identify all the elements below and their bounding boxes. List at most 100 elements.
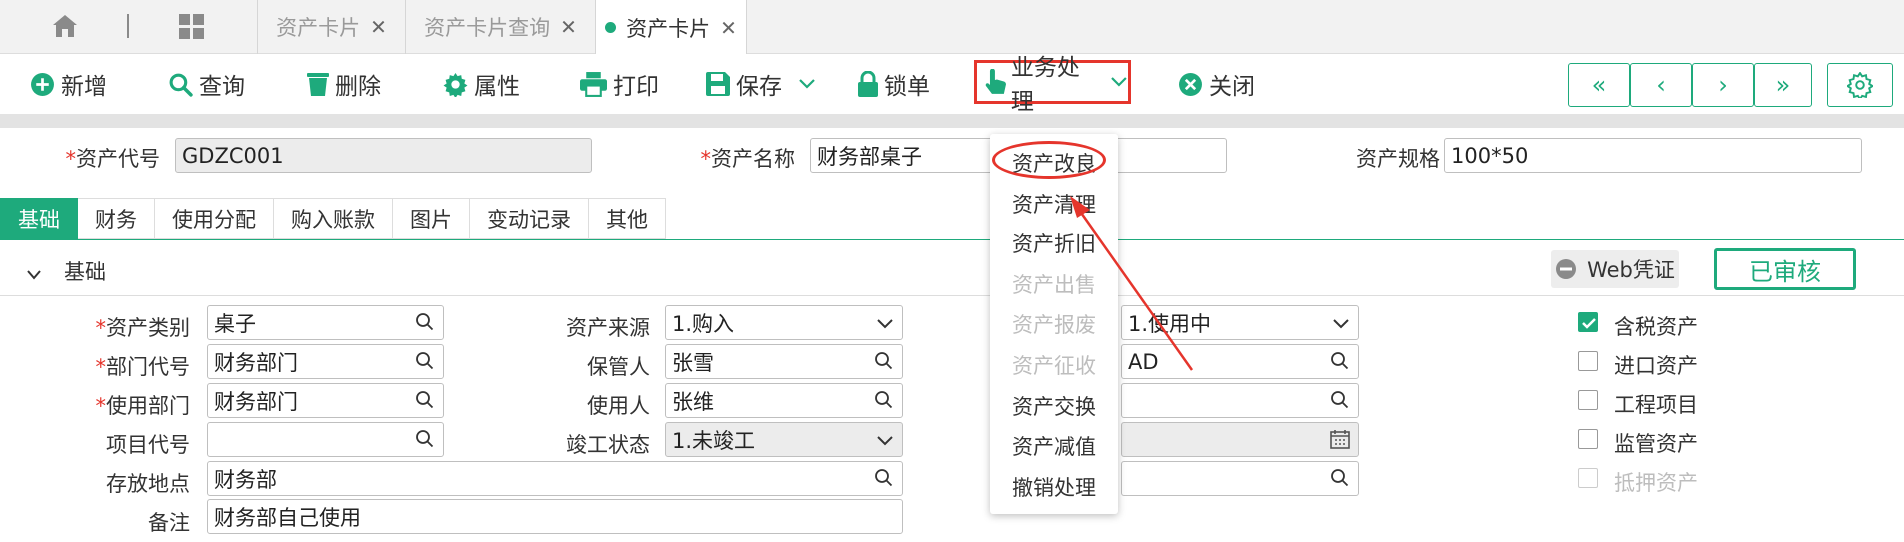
separator xyxy=(127,14,129,38)
annotation-arrow xyxy=(1070,196,1194,371)
tab-purchase-payment[interactable]: 购入账款 xyxy=(274,198,393,239)
checkbox-imported-asset[interactable]: 进口资产 xyxy=(1578,350,1758,378)
properties-button[interactable]: 属性 xyxy=(443,54,520,114)
gear-icon xyxy=(443,72,468,97)
user-field[interactable]: 张维 xyxy=(665,383,903,418)
checkbox-regulated-asset[interactable]: 监管资产 xyxy=(1578,428,1758,456)
add-button[interactable]: 新增 xyxy=(30,54,107,114)
close-icon[interactable]: ✕ xyxy=(370,15,387,39)
chevron-down-icon xyxy=(1111,77,1127,87)
close-icon[interactable]: ✕ xyxy=(560,15,577,39)
chevron-down-icon[interactable] xyxy=(798,78,816,90)
checkbox-box[interactable] xyxy=(1578,429,1598,449)
divider xyxy=(0,114,1904,128)
search-icon[interactable] xyxy=(874,351,894,371)
checkbox-taxed-asset[interactable]: 含税资产 xyxy=(1578,311,1758,339)
tab-other[interactable]: 其他 xyxy=(589,198,666,239)
tab-bar: 资产卡片 ✕ 资产卡片查询 ✕ 资产卡片 ✕ xyxy=(0,0,1904,55)
checkbox-label: 抵押资产 xyxy=(1614,471,1698,495)
location-label: 存放地点 xyxy=(106,472,190,496)
delete-label: 删除 xyxy=(335,74,381,100)
close-button[interactable]: 关闭 xyxy=(1178,54,1255,114)
calendar-icon[interactable] xyxy=(1330,429,1350,449)
first-record-button[interactable]: « xyxy=(1568,63,1630,107)
print-label: 打印 xyxy=(613,74,659,100)
business-process-button[interactable]: 业务处理 xyxy=(974,55,1131,115)
remark-label: 备注 xyxy=(148,511,190,535)
checkbox-engineering-project[interactable]: 工程项目 xyxy=(1578,389,1758,417)
close-circle-icon xyxy=(1179,72,1202,96)
status-badge: 已审核 xyxy=(1714,248,1856,290)
printer-icon xyxy=(580,71,607,97)
last-record-button[interactable]: » xyxy=(1754,63,1812,107)
dept-code-field[interactable]: 财务部门 xyxy=(207,344,444,379)
remark-field[interactable]: 财务部自己使用 xyxy=(207,499,903,534)
checkbox-box[interactable] xyxy=(1578,390,1598,410)
web-voucher-button[interactable]: Web凭证 xyxy=(1551,250,1679,288)
properties-label: 属性 xyxy=(474,74,520,100)
search-icon xyxy=(169,73,193,97)
checkbox-box xyxy=(1578,468,1598,488)
next-record-button[interactable]: › xyxy=(1692,63,1754,107)
search-icon[interactable] xyxy=(1330,351,1350,371)
lock-button[interactable]: 锁单 xyxy=(858,54,930,114)
tab-asset-card-active[interactable]: 资产卡片 ✕ xyxy=(595,0,747,55)
tab-finance[interactable]: 财务 xyxy=(78,198,155,239)
source-label: 资产来源 xyxy=(566,316,650,340)
asset-code-field[interactable]: GDZC001 xyxy=(175,138,592,173)
home-icon[interactable] xyxy=(52,14,78,43)
lookup-field-2[interactable] xyxy=(1121,461,1359,496)
active-dot-icon xyxy=(605,22,617,33)
query-button[interactable]: 查询 xyxy=(168,54,245,114)
search-icon[interactable] xyxy=(415,429,435,449)
minus-circle-icon xyxy=(1556,259,1577,279)
search-icon[interactable] xyxy=(1330,468,1350,488)
print-button[interactable]: 打印 xyxy=(580,54,659,114)
chevron-down-icon xyxy=(877,319,893,329)
checkbox-checked[interactable] xyxy=(1578,312,1598,332)
section-tabs: 基础 财务 使用分配 购入账款 图片 变动记录 其他 xyxy=(0,198,666,239)
checkbox-label: 进口资产 xyxy=(1614,354,1698,378)
save-button[interactable]: 保存 xyxy=(706,54,816,114)
search-icon[interactable] xyxy=(415,390,435,410)
dept-code-label: *部门代号 xyxy=(95,355,191,379)
grid-icon[interactable] xyxy=(179,14,205,45)
tab-asset-card-1[interactable]: 资产卡片 ✕ xyxy=(257,0,405,54)
date-field[interactable] xyxy=(1121,422,1359,457)
category-field[interactable]: 桌子 xyxy=(207,305,444,340)
checkbox-box[interactable] xyxy=(1578,351,1598,371)
lock-label: 锁单 xyxy=(884,74,930,100)
project-field[interactable] xyxy=(207,422,444,457)
tab-basic[interactable]: 基础 xyxy=(0,198,78,239)
close-label: 关闭 xyxy=(1209,74,1255,100)
source-select[interactable]: 1.购入 xyxy=(665,305,903,340)
location-field[interactable]: 财务部 xyxy=(207,461,903,496)
settings-button[interactable] xyxy=(1827,63,1893,107)
asset-spec-field[interactable]: 100*50 xyxy=(1444,138,1862,173)
tab-change-log[interactable]: 变动记录 xyxy=(470,198,589,239)
search-icon[interactable] xyxy=(415,312,435,332)
menu-item-exchange[interactable]: 资产交换 xyxy=(990,391,1118,421)
search-icon[interactable] xyxy=(415,351,435,371)
tab-asset-card-query[interactable]: 资产卡片查询 ✕ xyxy=(405,0,595,54)
close-icon[interactable]: ✕ xyxy=(720,16,737,40)
project-label: 项目代号 xyxy=(106,433,190,457)
search-icon[interactable] xyxy=(874,390,894,410)
lookup-field[interactable] xyxy=(1121,383,1359,418)
search-icon[interactable] xyxy=(874,468,894,488)
tab-images[interactable]: 图片 xyxy=(393,198,470,239)
use-dept-field[interactable]: 财务部门 xyxy=(207,383,444,418)
keeper-field[interactable]: 张雪 xyxy=(665,344,903,379)
checkbox-label: 含税资产 xyxy=(1614,315,1698,339)
add-label: 新增 xyxy=(61,74,107,100)
search-icon[interactable] xyxy=(1330,390,1350,410)
delete-button[interactable]: 删除 xyxy=(307,54,381,114)
tab-allocation[interactable]: 使用分配 xyxy=(155,198,274,239)
query-label: 查询 xyxy=(199,74,245,100)
menu-item-undo[interactable]: 撤销处理 xyxy=(990,472,1118,502)
completion-select[interactable]: 1.未竣工 xyxy=(665,422,903,457)
chevron-down-icon[interactable] xyxy=(26,262,42,286)
checkbox-label: 工程项目 xyxy=(1614,393,1698,417)
prev-record-button[interactable]: ‹ xyxy=(1630,63,1692,107)
menu-item-impairment[interactable]: 资产减值 xyxy=(990,431,1118,461)
